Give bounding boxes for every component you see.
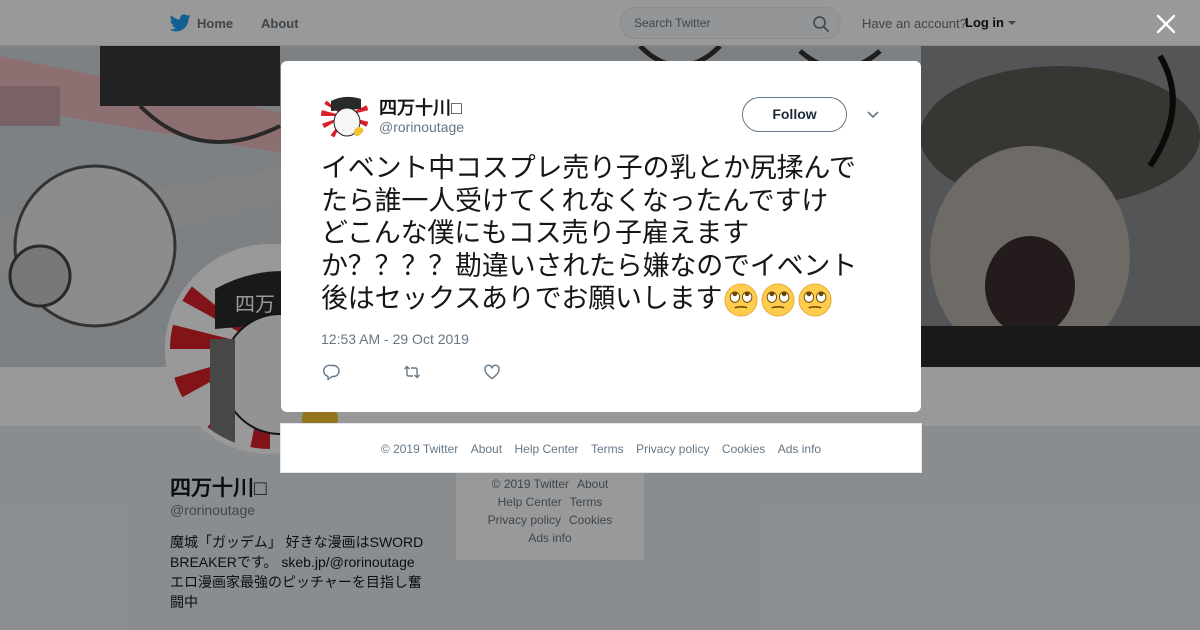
tweet-author-name[interactable]: 四万十川□ (379, 94, 462, 120)
reply-icon[interactable] (323, 363, 341, 381)
footer-terms-link[interactable]: Terms (591, 442, 624, 456)
modal-footer: © 2019 Twitter About Help Center Terms P… (280, 423, 922, 473)
rolling-eyes-emoji-icon (761, 283, 795, 317)
tweet-text: イベント中コスプレ売り子の乳とか尻揉んで たら誰一人受けてくれなくなったんですけ… (321, 153, 891, 317)
footer-ads-link[interactable]: Ads info (778, 442, 821, 456)
tweet-modal: 四万十川□ @rorinoutage Follow イベント中コスプレ売り子の乳… (281, 61, 921, 412)
tweet-text-line-last: 後はセックスありでお願いします (321, 283, 891, 317)
footer-about-link[interactable]: About (471, 442, 502, 456)
tweet-text-line: たら誰一人受けてくれなくなったんですけ (321, 185, 829, 217)
like-heart-icon[interactable] (483, 363, 501, 381)
tweet-text-line: どこんな僕にもコス売り子雇えます (321, 218, 749, 249)
close-icon[interactable] (1155, 13, 1177, 35)
rolling-eyes-emoji-icon (724, 283, 758, 317)
footer-help-link[interactable]: Help Center (515, 442, 579, 456)
tweet-text-line: 後はセックスありでお願いします (321, 283, 723, 315)
tweet-timestamp[interactable]: 12:53 AM - 29 Oct 2019 (321, 331, 469, 347)
footer-cookies-link[interactable]: Cookies (722, 442, 765, 456)
tweet-author-avatar[interactable] (321, 92, 369, 140)
chevron-down-icon[interactable] (866, 110, 880, 120)
rolling-eyes-emoji-icon (798, 283, 832, 317)
emoji-row (724, 283, 835, 317)
footer-privacy-link[interactable]: Privacy policy (636, 442, 709, 456)
retweet-icon[interactable] (403, 363, 421, 381)
tweet-author-handle[interactable]: @rorinoutage (379, 119, 464, 135)
footer-copyright: © 2019 Twitter (380, 442, 459, 456)
follow-button[interactable]: Follow (742, 97, 847, 132)
avatar-illustration (321, 92, 369, 140)
tweet-text-line: イベント中コスプレ売り子の乳とか尻揉んで (321, 153, 856, 184)
tweet-text-line: か？？？？勘違いされたら嫌なのでイベント (321, 250, 857, 282)
